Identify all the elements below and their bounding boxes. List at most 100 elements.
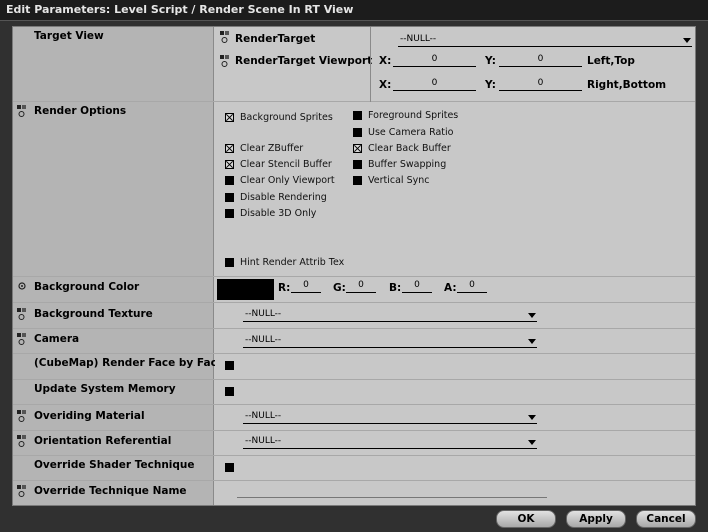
render-option-checkbox[interactable] (353, 176, 362, 185)
render-option-label: Foreground Sprites (368, 110, 459, 121)
value-cell: --NULL-- (215, 405, 695, 430)
row-camera: Camera --NULL-- (13, 329, 695, 354)
render-option-label: Disable Rendering (240, 192, 327, 203)
technique-name-input[interactable] (237, 487, 547, 498)
render-option-label: Hint Render Attrib Tex (240, 257, 345, 268)
override-shader-checkbox[interactable] (225, 463, 234, 472)
alpha-input[interactable]: 0 (457, 280, 487, 293)
dropdown-value: --NULL-- (245, 335, 282, 345)
label-cell: Override Shader Technique (13, 456, 214, 480)
divider (370, 27, 371, 102)
row-background-texture: Background Texture --NULL-- (13, 303, 695, 329)
row-background-color: Background Color R: 0 G: 0 B: 0 A: 0 (13, 277, 695, 303)
corner1-label: Left,Top (587, 55, 635, 67)
row-target-view: Target View RenderTarget RenderTarget Vi… (13, 27, 695, 102)
background-texture-dropdown[interactable]: --NULL-- (243, 309, 537, 322)
red-input[interactable]: 0 (291, 280, 321, 293)
y1-label: Y: (485, 55, 496, 67)
overriding-material-label: Overiding Material (34, 410, 145, 422)
render-option-checkbox[interactable] (225, 113, 234, 122)
corner2-label: Right,Bottom (587, 79, 667, 91)
b-label: B: (389, 282, 402, 294)
parameter-link-icon (17, 485, 26, 497)
window-title: Edit Parameters: Level Script / Render S… (0, 0, 708, 21)
render-option-checkbox[interactable] (353, 128, 362, 137)
label-cell: Background Texture (13, 303, 214, 328)
value-cell (215, 456, 695, 480)
color-swatch[interactable] (217, 279, 274, 300)
viewport-right-input[interactable]: 0 (393, 78, 476, 91)
ok-button[interactable]: OK (496, 510, 556, 528)
chevron-down-icon (683, 38, 691, 43)
label-cell: Override Technique Name (13, 481, 214, 505)
parameter-link-icon (220, 31, 229, 43)
cancel-button[interactable]: Cancel (636, 510, 696, 528)
camera-dropdown[interactable]: --NULL-- (243, 335, 537, 348)
parameter-link-icon (17, 333, 26, 345)
value-cell: RenderTarget RenderTarget Viewport --NUL… (215, 27, 695, 102)
render-option-checkbox[interactable] (353, 144, 362, 153)
row-update-memory: Update System Memory (13, 380, 695, 405)
viewport-top-input[interactable]: 0 (499, 54, 582, 67)
render-option-checkbox[interactable] (353, 160, 362, 169)
green-input[interactable]: 0 (346, 280, 376, 293)
a-label: A: (444, 282, 457, 294)
target-view-label: Target View (34, 30, 104, 42)
overriding-material-dropdown[interactable]: --NULL-- (243, 411, 537, 424)
orientation-referential-dropdown[interactable]: --NULL-- (243, 436, 537, 449)
dropdown-value: --NULL-- (245, 309, 282, 319)
r-label: R: (278, 282, 291, 294)
dropdown-value: --NULL-- (400, 34, 437, 44)
render-option-checkbox[interactable] (225, 209, 234, 218)
update-memory-checkbox[interactable] (225, 387, 234, 396)
label-cell: Orientation Referential (13, 431, 214, 455)
g-label: G: (333, 282, 346, 294)
value-cell: --NULL-- (215, 329, 695, 353)
parameter-link-icon (17, 410, 26, 422)
row-override-technique-name: Override Technique Name (13, 481, 695, 505)
cubemap-checkbox[interactable] (225, 361, 234, 370)
render-target-label: RenderTarget (235, 33, 316, 45)
render-option-label: Use Camera Ratio (368, 127, 454, 138)
render-option-label: Clear Back Buffer (368, 143, 451, 154)
value-cell (215, 354, 695, 379)
dropdown-value: --NULL-- (245, 436, 282, 446)
row-overriding-material: Overiding Material --NULL-- (13, 405, 695, 431)
value-cell: Background Sprites Foreground Sprites Use … (215, 102, 695, 276)
render-option-label: Clear Stencil Buffer (240, 159, 332, 170)
label-cell: Target View (13, 27, 214, 101)
x1-label: X: (379, 55, 392, 67)
value-cell (215, 481, 695, 505)
render-target-dropdown[interactable]: --NULL-- (398, 34, 692, 47)
render-target-viewport-label: RenderTarget Viewport (235, 55, 373, 67)
color-link-icon (18, 282, 26, 290)
render-option-checkbox[interactable] (225, 193, 234, 202)
render-option-checkbox[interactable] (225, 144, 234, 153)
value-cell: --NULL-- (215, 431, 695, 455)
render-option-checkbox[interactable] (353, 111, 362, 120)
parameter-link-icon (17, 435, 26, 447)
dropdown-value: --NULL-- (245, 411, 282, 421)
y2-label: Y: (485, 79, 496, 91)
row-cubemap: (CubeMap) Render Face by Face (13, 354, 695, 380)
viewport-left-input[interactable]: 0 (393, 54, 476, 67)
value-cell: R: 0 G: 0 B: 0 A: 0 (215, 277, 695, 302)
chevron-down-icon (528, 440, 536, 445)
parameter-grid: Target View RenderTarget RenderTarget Vi… (12, 26, 696, 506)
row-override-shader: Override Shader Technique (13, 456, 695, 481)
render-option-checkbox[interactable] (225, 160, 234, 169)
render-option-label: Disable 3D Only (240, 208, 317, 219)
render-option-checkbox[interactable] (225, 258, 234, 267)
render-option-label: Clear ZBuffer (240, 143, 304, 154)
chevron-down-icon (528, 313, 536, 318)
value-cell (215, 380, 695, 404)
viewport-bottom-input[interactable]: 0 (499, 78, 582, 91)
label-cell: Background Color (13, 277, 214, 302)
blue-input[interactable]: 0 (402, 280, 432, 293)
apply-button[interactable]: Apply (566, 510, 626, 528)
render-options-label: Render Options (34, 105, 127, 117)
render-option-label: Vertical Sync (368, 175, 430, 186)
render-option-checkbox[interactable] (225, 176, 234, 185)
chevron-down-icon (528, 339, 536, 344)
chevron-down-icon (528, 415, 536, 420)
